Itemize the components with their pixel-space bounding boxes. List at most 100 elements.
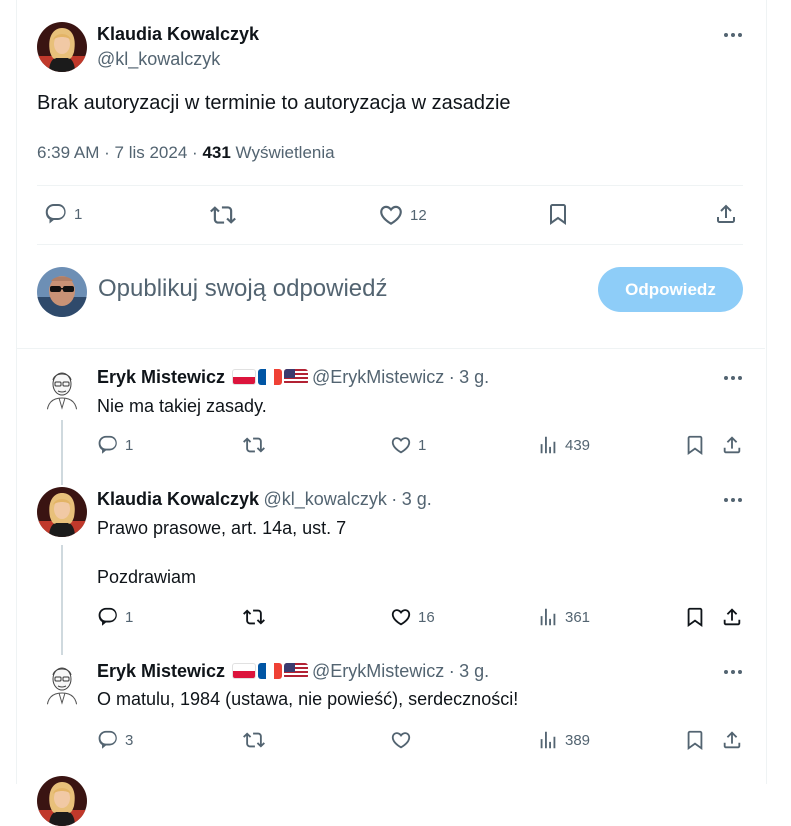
- flag-pl-icon: [231, 369, 256, 385]
- reply-icon: [97, 606, 119, 628]
- heart-icon: [378, 202, 404, 228]
- retweet-icon: [243, 434, 265, 456]
- author-avatar[interactable]: [37, 22, 87, 72]
- share-icon: [721, 434, 743, 456]
- reply-button[interactable]: 1: [97, 434, 133, 456]
- reply-avatar[interactable]: [37, 364, 87, 414]
- reply-header: Klaudia Kowalczyk @kl_kowalczyk · 3 g.: [97, 489, 432, 510]
- heart-icon: [390, 606, 412, 628]
- views-icon: [537, 729, 559, 751]
- flag-us-icon: [283, 369, 308, 385]
- share-icon: [721, 729, 743, 751]
- reply-icon: [44, 202, 68, 226]
- views-icon: [537, 434, 559, 456]
- author-name[interactable]: Klaudia Kowalczyk: [97, 24, 259, 45]
- bookmark-button[interactable]: [684, 606, 706, 628]
- like-button[interactable]: 16: [390, 606, 435, 628]
- reply-header: Eryk Mistewicz @ErykMistewicz · 3 g.: [97, 661, 489, 682]
- retweet-button[interactable]: [210, 202, 236, 228]
- share-button[interactable]: [721, 434, 743, 456]
- bookmark-icon: [684, 434, 706, 456]
- reply-submit-button[interactable]: Odpowiedz: [598, 267, 743, 312]
- reply-count: 1: [125, 436, 134, 454]
- retweet-icon: [210, 202, 236, 228]
- reply-time[interactable]: 3 g.: [459, 661, 489, 681]
- views-button[interactable]: 439: [537, 434, 590, 456]
- bookmark-button[interactable]: [546, 202, 570, 226]
- retweet-button[interactable]: [243, 434, 265, 456]
- reply-count: 3: [125, 731, 134, 749]
- current-user-avatar[interactable]: [37, 267, 87, 317]
- reply-author-name[interactable]: Eryk Mistewicz: [97, 661, 225, 681]
- flag-fr-icon: [257, 369, 282, 385]
- flag-pl-icon: [231, 663, 256, 679]
- like-button[interactable]: 1: [390, 434, 426, 456]
- flag-us-icon: [283, 663, 308, 679]
- meta-separator: ·: [391, 489, 398, 509]
- tweet-time[interactable]: 6:39 AM: [37, 143, 99, 162]
- share-button[interactable]: [721, 729, 743, 751]
- flag-fr-icon: [257, 663, 282, 679]
- reply-button[interactable]: 1: [97, 606, 133, 628]
- reply-author-name[interactable]: Eryk Mistewicz: [97, 367, 225, 387]
- retweet-button[interactable]: [243, 606, 265, 628]
- bookmark-icon: [684, 606, 706, 628]
- author-handle[interactable]: @kl_kowalczyk: [97, 49, 220, 70]
- like-count: 16: [418, 608, 435, 626]
- reply-author-name[interactable]: Klaudia Kowalczyk: [97, 489, 259, 509]
- reply-icon: [97, 729, 119, 751]
- retweet-icon: [243, 729, 265, 751]
- bookmark-button[interactable]: [684, 729, 706, 751]
- divider: [37, 185, 743, 186]
- reply-avatar[interactable]: [37, 487, 87, 537]
- reply-count: 1: [125, 608, 134, 626]
- reply-input[interactable]: Opublikuj swoją odpowiedź: [98, 275, 388, 303]
- divider: [17, 348, 765, 349]
- tweet-meta: 6:39 AM · 7 lis 2024 · 431 Wyświetlenia: [37, 143, 335, 163]
- reply-button[interactable]: 3: [97, 729, 133, 751]
- meta-separator: ·: [448, 367, 455, 387]
- bookmark-icon: [684, 729, 706, 751]
- heart-icon: [390, 434, 412, 456]
- more-options-icon[interactable]: [720, 490, 746, 510]
- like-count: 1: [418, 436, 427, 454]
- more-options-icon[interactable]: [720, 25, 746, 45]
- reply-time[interactable]: 3 g.: [459, 367, 489, 387]
- share-icon: [714, 202, 738, 226]
- views-button[interactable]: 361: [537, 606, 590, 628]
- retweet-icon: [243, 606, 265, 628]
- share-button[interactable]: [714, 202, 738, 226]
- more-options-icon[interactable]: [720, 368, 746, 388]
- bookmark-button[interactable]: [684, 434, 706, 456]
- reply-time[interactable]: 3 g.: [402, 489, 432, 509]
- thread-connector: [61, 420, 63, 485]
- thread-connector: [61, 545, 63, 655]
- retweet-button[interactable]: [243, 729, 265, 751]
- reply-button[interactable]: 1: [44, 202, 82, 226]
- reply-text: Prawo prasowe, art. 14a, ust. 7: [97, 518, 347, 538]
- like-button[interactable]: 12: [378, 202, 427, 228]
- views-label: Wyświetlenia: [235, 143, 335, 162]
- meta-separator: ·: [448, 661, 455, 681]
- more-options-icon[interactable]: [720, 662, 746, 682]
- reply-count: 1: [74, 205, 83, 223]
- reply-text: Nie ma takiej zasady.: [97, 396, 267, 416]
- reply-author-handle[interactable]: @ErykMistewicz: [312, 661, 444, 681]
- views-count: 431: [202, 143, 231, 162]
- reply-icon: [97, 434, 119, 456]
- heart-icon: [390, 729, 412, 751]
- like-button[interactable]: [390, 729, 412, 751]
- share-icon: [721, 606, 743, 628]
- reply-avatar[interactable]: [37, 659, 87, 709]
- like-count: 12: [410, 206, 427, 224]
- views-button[interactable]: 389: [537, 729, 590, 751]
- views-count: 439: [565, 436, 591, 454]
- views-count: 389: [565, 731, 591, 749]
- share-button[interactable]: [721, 606, 743, 628]
- reply-text: O matulu, 1984 (ustawa, nie powieść), se…: [97, 689, 519, 709]
- meta-separator: ·: [104, 143, 110, 162]
- views-icon: [537, 606, 559, 628]
- reply-author-handle[interactable]: @kl_kowalczyk: [264, 489, 387, 509]
- reply-author-handle[interactable]: @ErykMistewicz: [312, 367, 444, 387]
- tweet-date[interactable]: 7 lis 2024: [115, 143, 188, 162]
